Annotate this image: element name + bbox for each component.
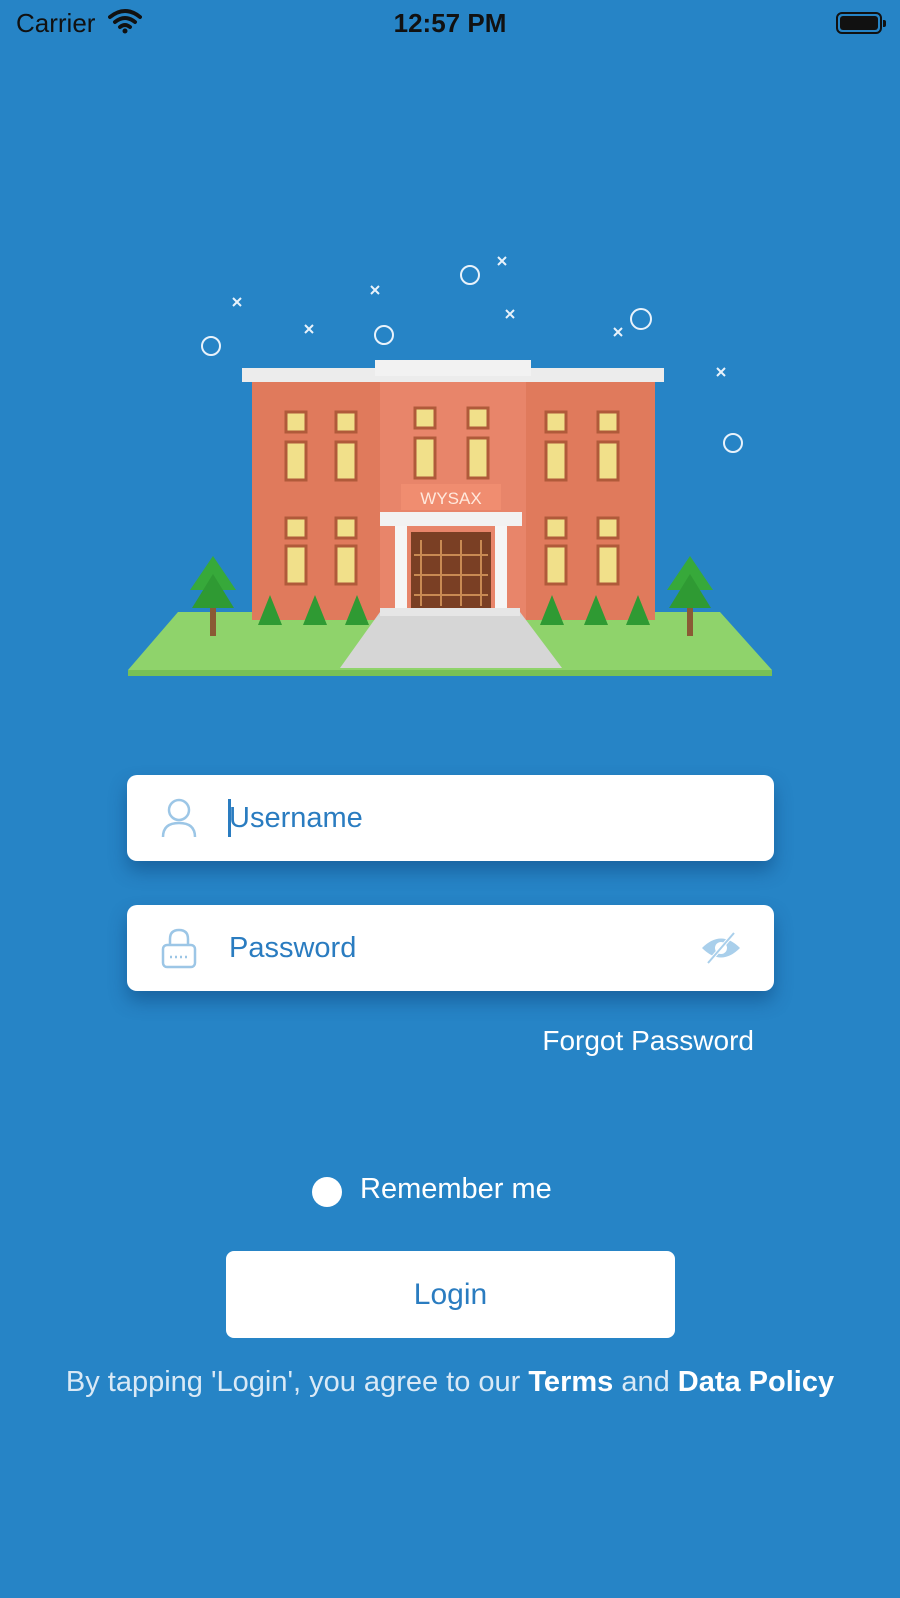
terms-and: and [613,1366,678,1398]
user-icon [161,798,197,838]
forgot-password-link[interactable]: Forgot Password [542,1025,754,1057]
password-input[interactable] [229,905,669,991]
terms-link[interactable]: Terms [528,1366,613,1398]
eye-slash-icon[interactable] [700,929,742,967]
data-policy-link[interactable]: Data Policy [678,1366,834,1398]
username-field[interactable] [127,775,774,861]
login-button[interactable]: Login [226,1251,675,1338]
battery-icon [836,12,886,34]
lock-icon [161,928,197,969]
terms-prefix: By tapping 'Login', you agree to our [65,1366,529,1398]
school-building-illustration: WYSAX [128,256,772,676]
remember-me-label: Remember me [360,1173,552,1205]
status-bar: Carrier 12:57 PM [0,0,900,48]
building-sign: WYSAX [420,489,481,508]
status-time: 12:57 PM [393,8,507,38]
username-input[interactable] [229,775,669,861]
remember-me-radio[interactable] [312,1177,342,1207]
password-field[interactable] [127,905,774,991]
terms-notice: By tapping 'Login', you agree to our Ter… [0,1366,900,1399]
